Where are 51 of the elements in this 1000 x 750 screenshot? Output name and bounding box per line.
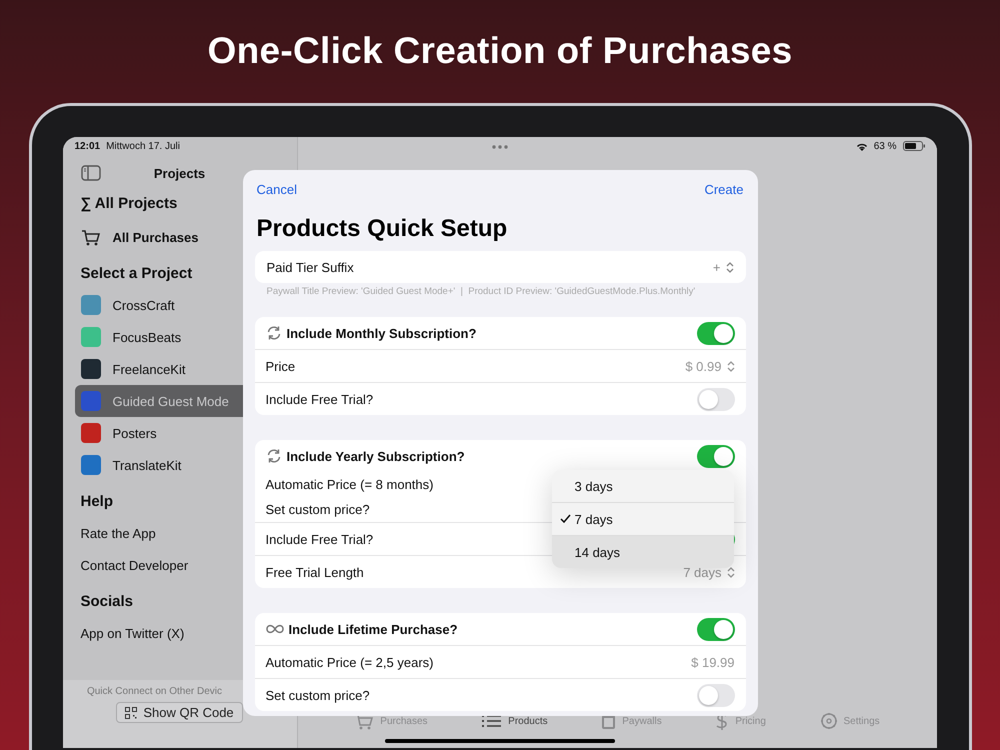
sidebar-title: Projects [152, 166, 206, 180]
toggle-switch[interactable] [696, 618, 734, 640]
row-value: $ 19.99 [691, 654, 734, 670]
row-value: $ 0.99 [685, 358, 722, 374]
row-label: Set custom price? [266, 688, 370, 702]
battery-icon [902, 141, 924, 151]
section-heading: Select a Project [80, 264, 192, 284]
section-title: Include Lifetime Purchase? [288, 622, 458, 636]
status-date: Mittwoch 17. Juli [106, 140, 180, 152]
headline: One-Click Creation of Purchases [207, 30, 793, 72]
menu-item[interactable]: 14 days [552, 536, 734, 568]
row-label: Set custom price? [266, 502, 370, 517]
section-heading: Help [80, 492, 114, 512]
battery-percent: 63 % [874, 140, 896, 152]
create-link[interactable]: Create [704, 182, 744, 202]
suffix-value: + [712, 260, 720, 274]
row-label: Automatic Price (= 8 months) [266, 477, 434, 492]
gear-icon [820, 712, 838, 730]
refresh-cycle-icon [266, 448, 282, 464]
cart-icon [80, 228, 100, 246]
section-title: Include Monthly Subscription? [286, 326, 476, 340]
row-label: Automatic Price (= 2,5 years) [266, 654, 434, 670]
refresh-cycle-icon [266, 325, 282, 341]
show-qr-code-button[interactable]: Show QR Code [116, 702, 243, 723]
all-projects-heading[interactable]: ∑ All Projects [62, 187, 196, 221]
stepper-chevron-icon[interactable] [726, 566, 734, 578]
qr-code-icon [125, 706, 138, 718]
section-heading: Socials [80, 592, 134, 612]
suffix-field[interactable]: Paid Tier Suffix + [254, 251, 746, 283]
cancel-link[interactable]: Cancel [256, 182, 297, 202]
toggle-switch[interactable] [696, 684, 734, 706]
wifi-icon [856, 142, 868, 150]
stepper-chevron-icon [726, 262, 734, 272]
quick-connect-caption: Quick Connect on Other Devic [86, 686, 222, 697]
row-label: Include Free Trial? [266, 532, 374, 546]
row-label: Price [266, 358, 296, 374]
sheet-title: Products Quick Setup [256, 214, 508, 244]
toggle-switch[interactable] [696, 444, 734, 468]
row-label: Free Trial Length [266, 564, 364, 580]
toggle-switch[interactable] [696, 322, 734, 344]
stepper-chevron-icon[interactable] [726, 360, 734, 372]
multitasking-dots-icon[interactable] [492, 145, 508, 149]
section-title: Include Yearly Subscription? [286, 448, 465, 464]
toggle-switch[interactable] [696, 388, 734, 410]
infinity-icon [266, 623, 284, 635]
numbered-list-icon [481, 713, 502, 729]
preview-caption: Paywall Title Preview: 'Guided Guest Mode+' | Product ID Preview: 'GuidedGuestMode.Plus.Monthly' [266, 286, 696, 297]
status-time: 12:01 [74, 140, 100, 152]
menu-item[interactable]: 3 days [552, 470, 734, 503]
suffix-label: Paid Tier Suffix [266, 260, 354, 274]
sidebar-toggle-icon[interactable] [80, 165, 100, 181]
